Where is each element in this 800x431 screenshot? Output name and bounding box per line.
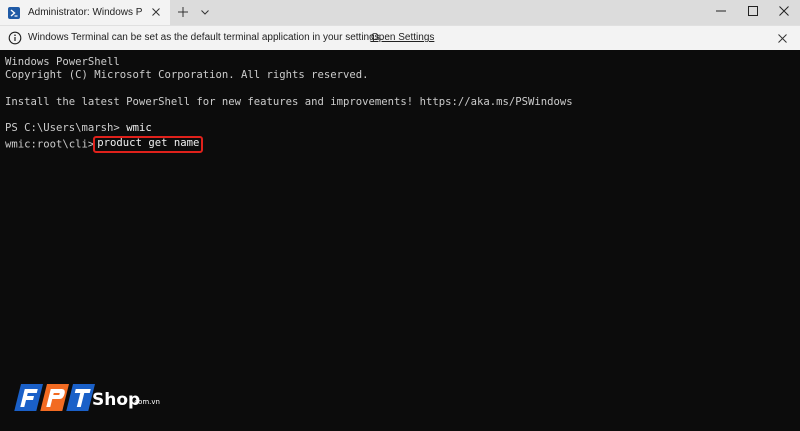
terminal-line: Copyright (C) Microsoft Corporation. All… [5,69,369,82]
wmic-line: wmic:root\cli> product get name [5,135,800,153]
tab-title: Administrator: Windows PowerShell [28,7,142,18]
info-message: Windows Terminal can be set as the defau… [28,32,383,43]
minimize-icon[interactable] [714,4,728,18]
prompt-line: PS C:\Users\marsh> wmic [5,122,800,135]
close-icon[interactable] [777,33,788,44]
open-settings-link[interactable]: Open Settings [371,32,434,43]
terminal-output[interactable]: Windows PowerShell Copyright (C) Microso… [0,50,800,431]
terminal-line: Install the latest PowerShell for new fe… [5,95,573,108]
close-window-icon[interactable] [777,4,791,18]
new-tab-icon[interactable] [176,5,190,19]
wmic-command: wmic [126,122,152,135]
info-icon [8,31,22,45]
info-bar: Windows Terminal can be set as the defau… [0,25,800,50]
chevron-down-icon[interactable] [199,6,211,18]
tab-powershell[interactable]: Administrator: Windows PowerShell [0,0,170,25]
close-tab-icon[interactable] [150,6,162,18]
wmic-prompt: wmic:root\cli> [5,138,95,151]
ps-prompt: PS C:\Users\marsh> [5,122,127,135]
highlighted-command: product get name [93,135,204,153]
logo-domain: .com.vn [132,398,160,406]
maximize-icon[interactable] [746,4,760,18]
title-bar: Administrator: Windows PowerShell [0,0,800,25]
terminal-line: Windows PowerShell [5,56,120,68]
powershell-icon [8,6,20,19]
